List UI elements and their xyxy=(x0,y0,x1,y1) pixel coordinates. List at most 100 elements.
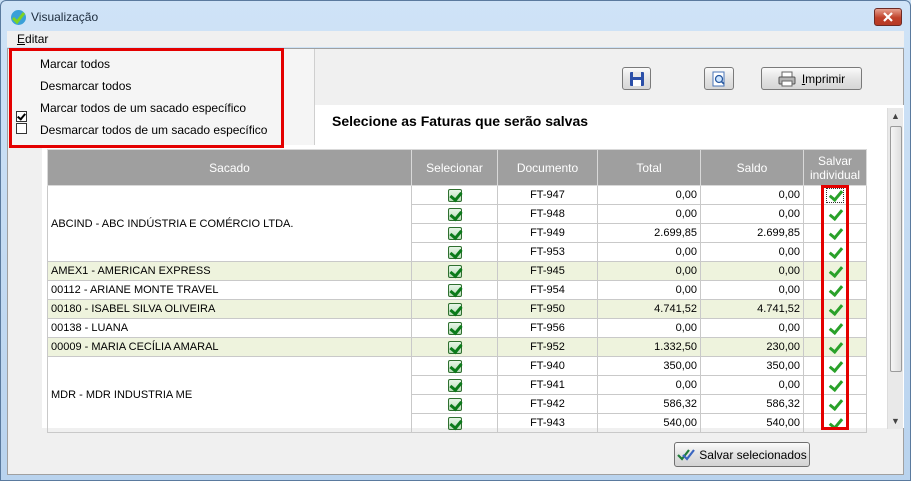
col-header-saldo[interactable]: Saldo xyxy=(700,149,804,186)
cell-saldo: 4.741,52 xyxy=(700,299,804,319)
table-row[interactable]: 00009 - MARIA CECÍLIA AMARAL FT-952 1.332,… xyxy=(47,337,867,357)
window: Visualização Editar Imprimir Selecione a… xyxy=(0,0,911,481)
cell-documento: FT-940 xyxy=(497,356,598,376)
cell-selecionar xyxy=(411,356,498,376)
save-individual-check-icon[interactable] xyxy=(827,284,843,297)
save-individual-check-icon[interactable] xyxy=(827,360,843,373)
scroll-up-icon[interactable]: ▲ xyxy=(891,111,900,121)
save-individual-check-icon[interactable] xyxy=(827,398,843,411)
select-checkbox[interactable] xyxy=(447,207,462,221)
select-checkbox[interactable] xyxy=(447,226,462,240)
cell-total: 0,00 xyxy=(597,261,701,281)
cell-total: 2.699,85 xyxy=(597,223,701,243)
save-button[interactable] xyxy=(622,67,651,90)
double-check-icon xyxy=(677,448,696,461)
cell-total: 350,00 xyxy=(597,356,701,376)
cell-salvar-individual xyxy=(803,318,867,338)
save-individual-check-icon[interactable] xyxy=(827,208,843,221)
menu-editar[interactable]: Editar xyxy=(17,32,48,46)
save-individual-check-icon[interactable] xyxy=(827,417,843,430)
cell-selecionar xyxy=(411,261,498,281)
cell-total: 0,00 xyxy=(597,204,701,224)
cell-total: 540,00 xyxy=(597,413,701,433)
menu-item-marcar-todos[interactable]: Marcar todos xyxy=(40,57,110,71)
select-checkbox[interactable] xyxy=(447,321,462,335)
cell-sacado: 00009 - MARIA CECÍLIA AMARAL xyxy=(47,337,412,357)
col-header-selecionar[interactable]: Selecionar xyxy=(411,149,498,186)
cell-sacado: MDR - MDR INDUSTRIA ME xyxy=(47,356,412,433)
cell-documento: FT-947 xyxy=(497,185,598,205)
cell-total: 0,00 xyxy=(597,185,701,205)
cell-selecionar xyxy=(411,375,498,395)
save-individual-check-icon[interactable] xyxy=(827,303,843,316)
select-checkbox[interactable] xyxy=(447,359,462,373)
cell-salvar-individual xyxy=(803,337,867,357)
cell-salvar-individual xyxy=(803,394,867,414)
vertical-scrollbar[interactable]: ▲ ▼ xyxy=(887,108,903,429)
floppy-disk-icon xyxy=(629,71,644,86)
cell-salvar-individual xyxy=(803,413,867,433)
select-checkbox[interactable] xyxy=(447,188,462,202)
select-checkbox[interactable] xyxy=(447,245,462,259)
cell-total: 0,00 xyxy=(597,242,701,262)
cell-saldo: 586,32 xyxy=(700,394,804,414)
cell-saldo: 0,00 xyxy=(700,280,804,300)
cell-sacado: 00180 - ISABEL SILVA OLIVEIRA xyxy=(47,299,412,319)
cell-saldo: 0,00 xyxy=(700,242,804,262)
save-individual-check-icon[interactable] xyxy=(827,322,843,335)
cell-saldo: 0,00 xyxy=(700,204,804,224)
menu-item-marcar-sacado[interactable]: Marcar todos de um sacado específico xyxy=(40,101,246,115)
table-row[interactable]: MDR - MDR INDUSTRIA ME FT-940 350,00 350,00 xyxy=(47,356,867,433)
table-row[interactable]: 00180 - ISABEL SILVA OLIVEIRA FT-950 4.741… xyxy=(47,299,867,319)
select-checkbox[interactable] xyxy=(447,397,462,411)
table-row[interactable]: ABCIND - ABC INDÚSTRIA E COMÉRCIO LTDA. F… xyxy=(47,185,867,262)
col-header-documento[interactable]: Documento xyxy=(497,149,598,186)
col-header-salvar-individual[interactable]: Salvar individual xyxy=(803,149,867,186)
cell-salvar-individual xyxy=(803,375,867,395)
cell-selecionar xyxy=(411,280,498,300)
menu-item-desmarcar-todos[interactable]: Desmarcar todos xyxy=(40,79,131,93)
save-individual-check-icon[interactable] xyxy=(827,379,843,392)
cell-salvar-individual xyxy=(803,356,867,376)
scroll-down-icon[interactable]: ▼ xyxy=(891,416,900,426)
table-row[interactable]: 00138 - LUANA FT-956 0,00 0,00 xyxy=(47,318,867,338)
cell-documento: FT-953 xyxy=(497,242,598,262)
cell-documento: FT-954 xyxy=(497,280,598,300)
save-individual-check-icon[interactable] xyxy=(827,341,843,354)
cell-documento: FT-948 xyxy=(497,204,598,224)
cell-sacado: 00138 - LUANA xyxy=(47,318,412,338)
cell-total: 1.332,50 xyxy=(597,337,701,357)
cell-sacado: 00112 - ARIANE MONTE TRAVEL xyxy=(47,280,412,300)
cell-documento: FT-942 xyxy=(497,394,598,414)
save-individual-check-icon[interactable] xyxy=(827,227,843,240)
close-button[interactable] xyxy=(874,8,902,26)
scroll-thumb[interactable] xyxy=(890,126,902,372)
select-checkbox[interactable] xyxy=(447,283,462,297)
save-individual-check-icon[interactable] xyxy=(827,246,843,259)
title-bar[interactable]: Visualização xyxy=(1,1,910,31)
cell-total: 0,00 xyxy=(597,375,701,395)
save-selected-button[interactable]: Salvar selecionados xyxy=(674,442,810,467)
save-individual-check-icon[interactable] xyxy=(827,265,843,278)
table-row[interactable]: 00112 - ARIANE MONTE TRAVEL FT-954 0,00 0,0… xyxy=(47,280,867,300)
cell-total: 0,00 xyxy=(597,318,701,338)
select-checkbox[interactable] xyxy=(447,340,462,354)
save-selected-label: Salvar selecionados xyxy=(699,447,807,462)
cell-saldo: 540,00 xyxy=(700,413,804,433)
select-checkbox[interactable] xyxy=(447,416,462,430)
cell-saldo: 0,00 xyxy=(700,318,804,338)
save-individual-check-icon[interactable] xyxy=(826,187,844,203)
cell-saldo: 0,00 xyxy=(700,261,804,281)
cell-documento: FT-956 xyxy=(497,318,598,338)
cell-saldo: 230,00 xyxy=(700,337,804,357)
table-row[interactable]: AMEX1 - AMERICAN EXPRESS FT-945 0,00 0,00 xyxy=(47,261,867,281)
select-checkbox[interactable] xyxy=(447,378,462,392)
print-button[interactable]: Imprimir xyxy=(761,67,862,90)
preview-button[interactable] xyxy=(704,67,734,90)
menu-item-desmarcar-sacado[interactable]: Desmarcar todos de um sacado específico xyxy=(40,123,267,137)
col-header-total[interactable]: Total xyxy=(597,149,701,186)
col-header-sacado[interactable]: Sacado xyxy=(47,149,412,186)
select-checkbox[interactable] xyxy=(447,264,462,278)
select-checkbox[interactable] xyxy=(447,302,462,316)
cell-total: 586,32 xyxy=(597,394,701,414)
